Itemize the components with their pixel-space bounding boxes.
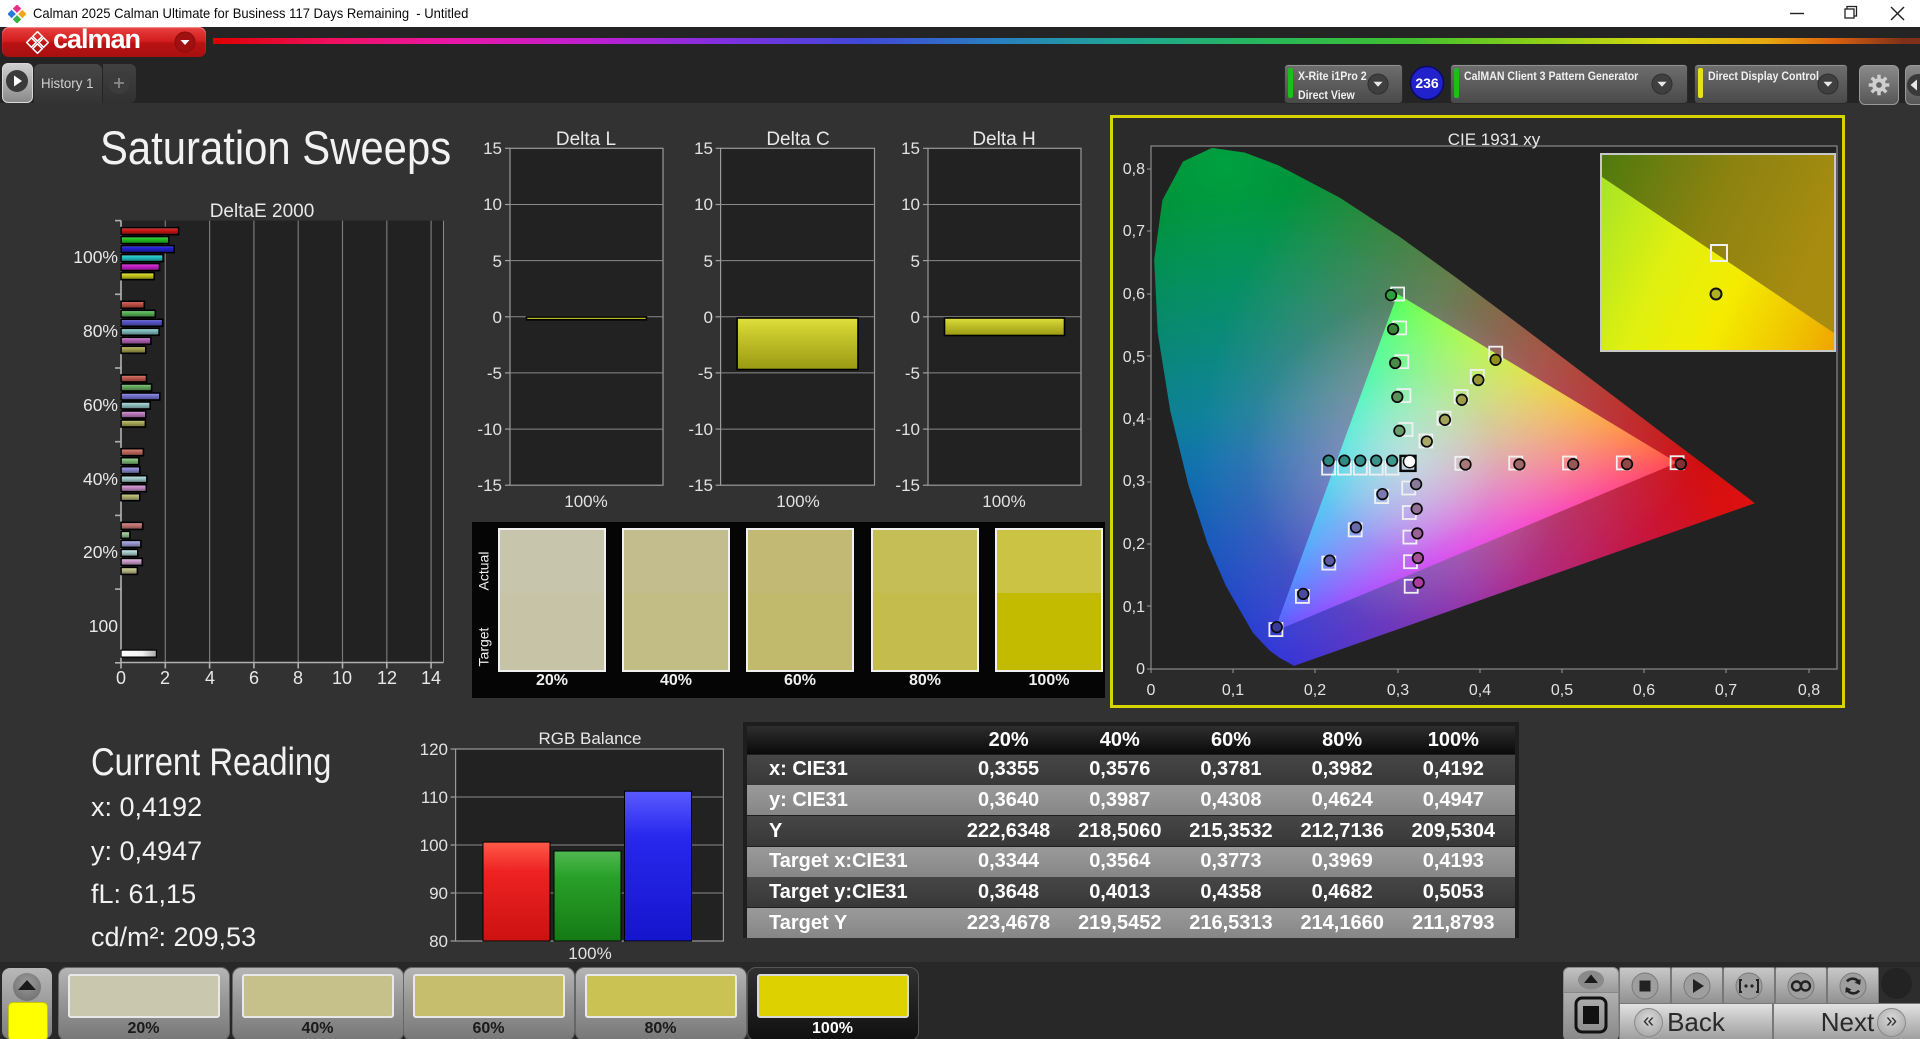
svg-text:120: 120 [420, 740, 448, 759]
svg-text:0: 0 [1136, 661, 1145, 678]
svg-text:-10: -10 [477, 420, 502, 439]
svg-text:5: 5 [704, 252, 713, 271]
svg-text:100%: 100% [564, 492, 607, 511]
svg-text:90: 90 [429, 884, 448, 903]
svg-text:0: 0 [1147, 682, 1156, 699]
svg-text:-5: -5 [905, 364, 920, 383]
svg-text:100%: 100% [73, 247, 118, 267]
svg-text:14: 14 [421, 668, 441, 688]
svg-text:Delta C: Delta C [766, 129, 829, 150]
svg-text:100%: 100% [568, 944, 611, 963]
svg-text:-15: -15 [688, 476, 713, 495]
svg-text:0,3: 0,3 [1387, 682, 1409, 699]
svg-text:5: 5 [493, 252, 502, 271]
svg-text:-15: -15 [477, 476, 502, 495]
svg-text:15: 15 [694, 139, 713, 158]
svg-text:15: 15 [483, 139, 502, 158]
svg-text:6: 6 [249, 668, 259, 688]
svg-text:0: 0 [493, 308, 502, 327]
svg-text:DeltaE 2000: DeltaE 2000 [210, 201, 315, 222]
svg-text:RGB Balance: RGB Balance [539, 729, 642, 748]
svg-text:236: 236 [1415, 75, 1439, 91]
svg-text:10: 10 [483, 195, 502, 214]
svg-text:0,5: 0,5 [1551, 682, 1573, 699]
svg-text:0,2: 0,2 [1304, 682, 1326, 699]
svg-text:4: 4 [205, 668, 215, 688]
svg-text:0,7: 0,7 [1123, 223, 1145, 240]
svg-text:40%: 40% [83, 469, 118, 489]
svg-text:100: 100 [420, 836, 448, 855]
svg-text:0: 0 [911, 308, 920, 327]
svg-text:12: 12 [377, 668, 397, 688]
svg-text:0,4: 0,4 [1123, 411, 1145, 428]
svg-text:0: 0 [704, 308, 713, 327]
svg-text:100%: 100% [982, 492, 1025, 511]
svg-text:10: 10 [332, 668, 352, 688]
svg-text:8: 8 [293, 668, 303, 688]
svg-text:5: 5 [911, 252, 920, 271]
svg-text:0: 0 [116, 668, 126, 688]
svg-text:-15: -15 [895, 476, 920, 495]
svg-text:-10: -10 [895, 420, 920, 439]
svg-text:100%: 100% [776, 492, 819, 511]
svg-text:0,1: 0,1 [1123, 599, 1145, 616]
svg-text:0,6: 0,6 [1123, 286, 1145, 303]
svg-text:80: 80 [429, 932, 448, 951]
svg-text:-10: -10 [688, 420, 713, 439]
svg-text:0,2: 0,2 [1123, 536, 1145, 553]
svg-text:Delta L: Delta L [556, 129, 616, 150]
svg-text:0,3: 0,3 [1123, 473, 1145, 490]
svg-text:0,1: 0,1 [1222, 682, 1244, 699]
svg-text:10: 10 [694, 195, 713, 214]
svg-text:60%: 60% [83, 395, 118, 415]
svg-text:CIE 1931 xy: CIE 1931 xy [1448, 130, 1541, 149]
svg-text:0,6: 0,6 [1633, 682, 1655, 699]
svg-text:80%: 80% [83, 321, 118, 341]
svg-text:110: 110 [421, 788, 448, 807]
svg-text:100: 100 [89, 616, 118, 636]
svg-text:0,5: 0,5 [1123, 349, 1145, 366]
svg-text:-5: -5 [698, 364, 713, 383]
svg-text:15: 15 [901, 139, 920, 158]
svg-text:-5: -5 [487, 364, 502, 383]
svg-text:2: 2 [160, 668, 170, 688]
svg-text:0,4: 0,4 [1469, 682, 1491, 699]
svg-text:10: 10 [901, 195, 920, 214]
svg-text:20%: 20% [83, 542, 118, 562]
svg-text:0,8: 0,8 [1123, 161, 1145, 178]
svg-text:0,7: 0,7 [1715, 682, 1737, 699]
svg-text:Delta H: Delta H [972, 129, 1035, 150]
svg-text:0,8: 0,8 [1798, 682, 1820, 699]
